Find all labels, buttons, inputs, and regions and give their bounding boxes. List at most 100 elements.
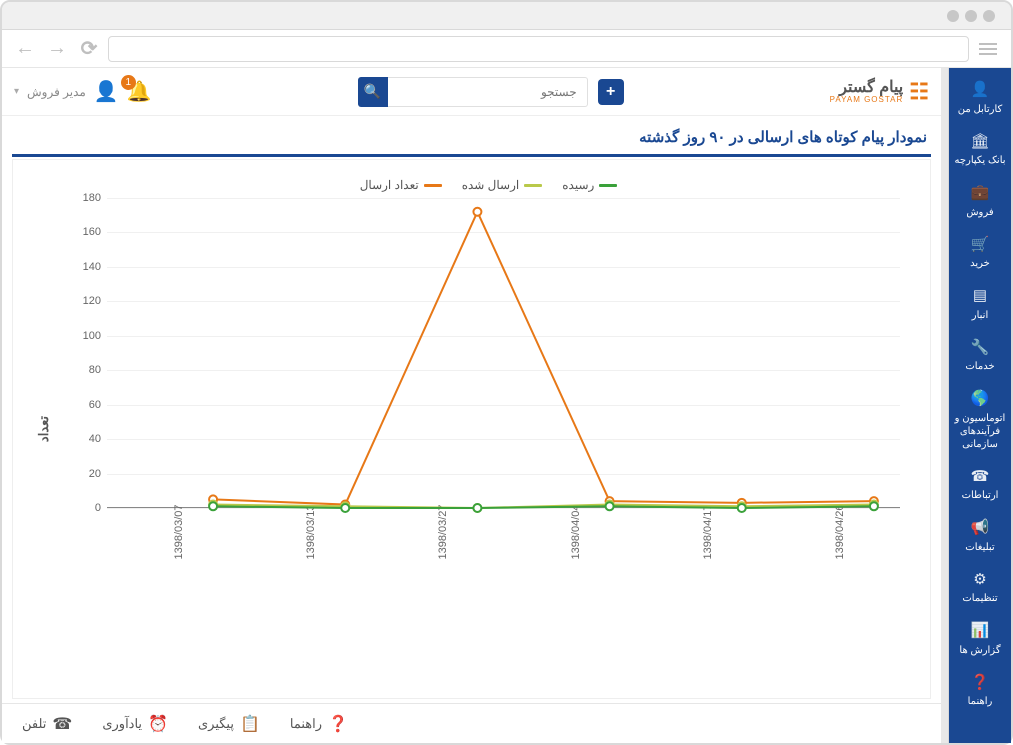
sidebar-item-warehouse[interactable]: ▤ انبار — [949, 278, 1011, 330]
chart-legend: رسیده ارسال شده تعداد ارسال — [67, 178, 910, 192]
topbar: ☷ پیام گستر PAYAM GOSTAR + 🔍 — [2, 68, 941, 116]
forward-button[interactable]: → — [44, 36, 70, 62]
browser-toolbar: ← → ⟳ — [2, 30, 1011, 68]
footer-label: یادآوری — [102, 716, 142, 732]
gear-icon: ⚙ — [951, 570, 1009, 590]
y-tick: 60 — [67, 399, 101, 411]
y-tick: 160 — [67, 226, 101, 238]
chart-panel: نمودار پیام کوتاه های ارسالی در ۹۰ روز گ… — [12, 120, 931, 699]
sidebar-item-label: راهنما — [968, 696, 993, 707]
sidebar-item-inbox[interactable]: 👤 کارتابل من — [949, 72, 1011, 124]
megaphone-icon: 📢 — [951, 518, 1009, 538]
chart-icon: 📊 — [951, 621, 1009, 641]
legend-label: ارسال شده — [462, 178, 520, 192]
user-icon: 👤 — [951, 80, 1009, 100]
menu-icon[interactable] — [975, 43, 1001, 55]
sidebar-item-label: خدمات — [965, 361, 994, 372]
legend-item: تعداد ارسال — [360, 178, 442, 192]
sidebar-item-services[interactable]: 🔧 خدمات — [949, 330, 1011, 382]
chart-container: رسیده ارسال شده تعداد ارسال تعداد 0 20 40 6… — [12, 159, 931, 699]
chevron-down-icon: ▾ — [14, 86, 19, 97]
user-name: مدیر فروش — [27, 85, 86, 99]
box-icon: ▤ — [951, 286, 1009, 306]
cart-icon: 🛒 — [951, 235, 1009, 255]
sidebar-item-communications[interactable]: ☎ ارتباطات — [949, 459, 1011, 511]
legend-item: ارسال شده — [462, 178, 543, 192]
back-button[interactable]: ← — [12, 36, 38, 62]
url-input[interactable] — [108, 36, 969, 62]
legend-label: رسیده — [562, 178, 594, 192]
notifications[interactable]: 🔔 1 — [127, 79, 152, 104]
sidebar-item-help[interactable]: ❓ راهنما — [949, 665, 1011, 717]
y-tick: 40 — [67, 433, 101, 445]
main-area: ☷ پیام گستر PAYAM GOSTAR + 🔍 — [2, 68, 941, 743]
sidebar-item-label: کارتابل من — [958, 104, 1003, 115]
y-tick: 80 — [67, 364, 101, 376]
sidebar-item-purchase[interactable]: 🛒 خرید — [949, 227, 1011, 279]
sidebar-item-automation[interactable]: 🌎 اتوماسیون و فرآیندهای سازمانی — [949, 381, 1011, 459]
sidebar-item-label: تنظیمات — [962, 593, 997, 604]
legend-label: تعداد ارسال — [360, 178, 419, 192]
footer-label: راهنما — [290, 716, 322, 732]
app-root: 👤 کارتابل من 🏛 بانک یکپارچه 💼 فروش 🛒 خری… — [2, 68, 1011, 743]
y-tick: 140 — [67, 261, 101, 273]
window-dot — [965, 10, 977, 22]
reload-button[interactable]: ⟳ — [76, 36, 102, 62]
chart-svg — [107, 198, 950, 538]
footer-help[interactable]: ❓ راهنما — [290, 714, 348, 734]
question-icon: ❓ — [328, 714, 348, 734]
user-area[interactable]: 🔔 1 👤 مدیر فروش ▾ — [14, 79, 152, 104]
sidebar-item-settings[interactable]: ⚙ تنظیمات — [949, 562, 1011, 614]
browser-frame: ← → ⟳ 👤 کارتابل من 🏛 بانک یکپارچه 💼 فروش… — [0, 0, 1013, 745]
search-icon: 🔍 — [364, 83, 381, 100]
y-axis-label: تعداد — [36, 416, 52, 442]
sidebar-item-label: ارتباطات — [962, 490, 999, 501]
phone-icon: ☎ — [52, 714, 72, 734]
logo-subtext: PAYAM GOSTAR — [830, 96, 904, 104]
notification-badge: 1 — [121, 75, 136, 90]
window-dot — [947, 10, 959, 22]
bank-icon: 🏛 — [951, 132, 1009, 152]
avatar-icon: 👤 — [94, 79, 119, 104]
y-tick: 180 — [67, 192, 101, 204]
footer-label: پیگیری — [198, 716, 234, 732]
question-icon: ❓ — [951, 673, 1009, 693]
wrench-icon: 🔧 — [951, 338, 1009, 358]
y-tick: 100 — [67, 330, 101, 342]
footer-followup[interactable]: 📋 پیگیری — [198, 714, 260, 734]
legend-item: رسیده — [562, 178, 617, 192]
sidebar-item-label: انبار — [972, 310, 988, 321]
globe-icon: 🌎 — [951, 389, 1009, 409]
phone-icon: ☎ — [951, 467, 1009, 487]
clock-icon: ⏰ — [148, 714, 168, 734]
sidebar-item-label: فروش — [966, 207, 993, 218]
window-dot — [983, 10, 995, 22]
clipboard-icon: 📋 — [240, 714, 260, 734]
search-input[interactable] — [388, 77, 588, 107]
footer-label: تلفن — [22, 716, 46, 732]
window-titlebar — [2, 2, 1011, 30]
y-tick: 0 — [67, 502, 101, 514]
sidebar-item-label: خرید — [970, 258, 990, 269]
search: 🔍 — [358, 77, 588, 107]
logo-text: پیام گستر — [830, 80, 904, 96]
legend-swatch — [599, 184, 617, 187]
sidebar: 👤 کارتابل من 🏛 بانک یکپارچه 💼 فروش 🛒 خری… — [949, 68, 1011, 743]
add-button[interactable]: + — [598, 79, 624, 105]
logo-mark-icon: ☷ — [909, 79, 929, 105]
y-tick: 120 — [67, 295, 101, 307]
sidebar-item-ads[interactable]: 📢 تبلیغات — [949, 510, 1011, 562]
panel-title: نمودار پیام کوتاه های ارسالی در ۹۰ روز گ… — [12, 120, 931, 157]
search-button[interactable]: 🔍 — [358, 77, 388, 107]
sidebar-item-label: اتوماسیون و فرآیندهای سازمانی — [955, 413, 1006, 450]
sidebar-item-label: بانک یکپارچه — [954, 155, 1005, 166]
y-tick: 20 — [67, 468, 101, 480]
plot-area: 0204060801001201401601801398/03/071398/0… — [67, 198, 910, 538]
sidebar-item-reports[interactable]: 📊 گزارش ها — [949, 613, 1011, 665]
sidebar-item-sales[interactable]: 💼 فروش — [949, 175, 1011, 227]
sidebar-item-bank[interactable]: 🏛 بانک یکپارچه — [949, 124, 1011, 176]
footer-reminder[interactable]: ⏰ یادآوری — [102, 714, 168, 734]
sidebar-item-label: تبلیغات — [965, 542, 994, 553]
sidebar-item-label: گزارش ها — [959, 645, 1000, 656]
footer-phone[interactable]: ☎ تلفن — [22, 714, 72, 734]
